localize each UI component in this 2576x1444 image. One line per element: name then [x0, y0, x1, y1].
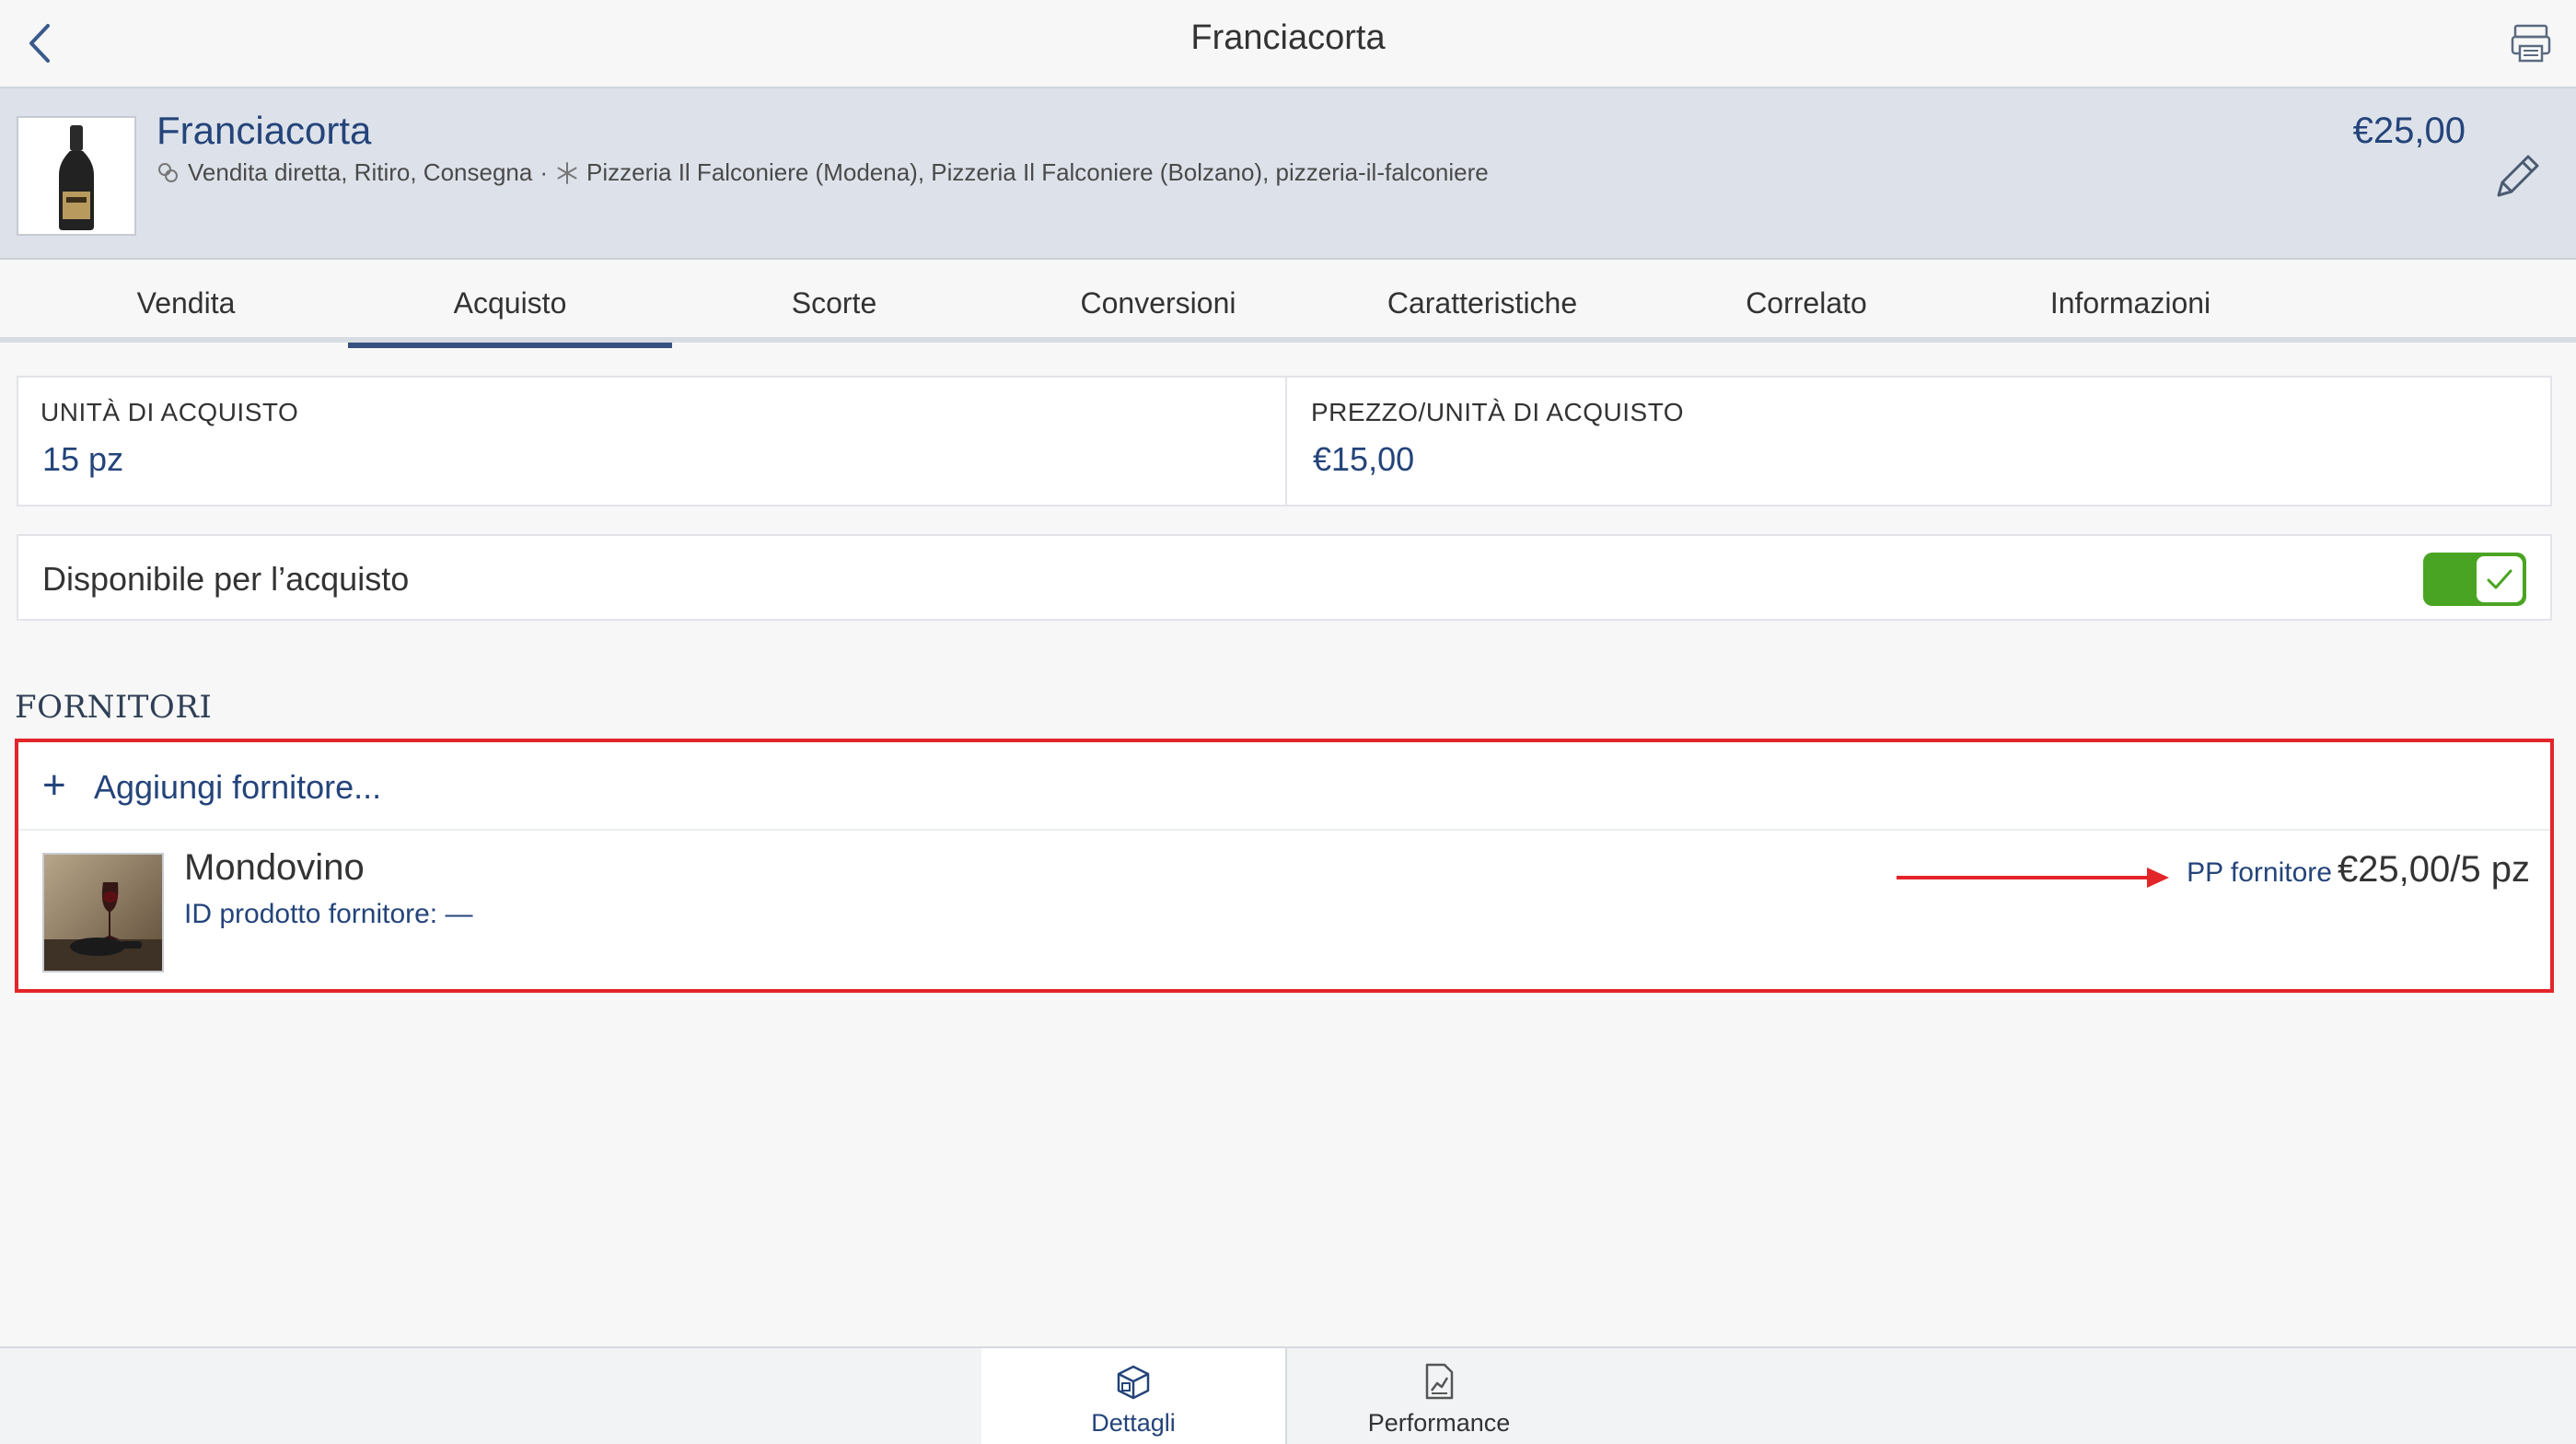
supplier-price: PP fornitore €25,00/5 pz	[2187, 849, 2530, 891]
snowflake-icon	[557, 161, 577, 184]
tab-caratteristiche[interactable]: Caratteristiche	[1320, 262, 1644, 343]
print-button[interactable]	[2510, 22, 2552, 64]
checkmark-icon	[2487, 569, 2512, 589]
bottom-tab-performance[interactable]: Performance	[1287, 1348, 1591, 1444]
supplier-price-value: €25,00/5 pz	[2337, 849, 2530, 890]
bottom-tab-dettagli-label: Dettagli	[1091, 1409, 1176, 1437]
pencil-icon	[2497, 155, 2539, 197]
edit-button[interactable]	[2489, 149, 2545, 204]
printer-icon	[2511, 24, 2551, 63]
purchase-unit-card: UNITÀ DI ACQUISTO 15 pz PREZZO/UNITÀ DI …	[17, 376, 2552, 507]
supplier-row[interactable]: Mondovino ID prodotto fornitore: — PP fo…	[18, 833, 2550, 989]
product-price: €25,00	[2352, 111, 2466, 151]
supplier-product-id: ID prodotto fornitore: —	[184, 899, 473, 929]
availability-label: Disponibile per l’acquisto	[42, 560, 410, 598]
meta-separator: ·	[540, 158, 549, 186]
bottom-tab-bar: Dettagli Performance	[0, 1346, 2576, 1444]
supplier-price-prefix: PP fornitore	[2187, 857, 2332, 888]
sales-modes: Vendita diretta, Ritiro, Consegna	[188, 158, 533, 186]
suppliers-list: + Aggiungi fornitore... Mondovino ID pro…	[15, 739, 2554, 993]
top-navigation-bar: Franciacorta	[0, 0, 2576, 87]
tab-informazioni[interactable]: Informazioni	[1968, 262, 2292, 343]
purchase-unit-value: 15 pz	[42, 440, 124, 478]
page-title: Franciacorta	[1190, 18, 1386, 57]
bottom-tab-performance-label: Performance	[1367, 1409, 1511, 1437]
tags-icon	[158, 162, 178, 182]
suppliers-section-title: FORNITORI	[15, 689, 213, 726]
toggle-knob	[2477, 556, 2523, 602]
purchase-price-value: €15,00	[1313, 440, 1415, 478]
box-icon	[1117, 1365, 1150, 1400]
bottom-tab-dettagli[interactable]: Dettagli	[981, 1348, 1285, 1444]
supplier-image	[42, 853, 164, 972]
product-header: Franciacorta Vendita diretta, Ritiro, Co…	[0, 87, 2576, 260]
product-name: Franciacorta	[157, 109, 372, 152]
tab-conversioni[interactable]: Conversioni	[996, 262, 1320, 343]
availability-row: Disponibile per l’acquisto	[17, 534, 2552, 621]
product-image	[17, 116, 136, 236]
wine-bottle-image	[18, 118, 134, 234]
purchase-unit-field[interactable]: UNITÀ DI ACQUISTO 15 pz	[18, 378, 1287, 505]
tab-correlato[interactable]: Correlato	[1644, 262, 1968, 343]
tab-scorte[interactable]: Scorte	[672, 262, 996, 343]
tab-bar: Vendita Acquisto Scorte Conversioni Cara…	[0, 262, 2576, 348]
plus-icon: +	[42, 763, 66, 808]
tab-acquisto[interactable]: Acquisto	[348, 262, 672, 348]
wine-glass-image	[44, 855, 162, 971]
annotation-arrow-icon	[1897, 868, 2169, 888]
tab-vendita[interactable]: Vendita	[24, 262, 348, 343]
chart-document-icon	[1425, 1363, 1454, 1400]
availability-toggle[interactable]	[2423, 553, 2526, 606]
supplier-name: Mondovino	[184, 847, 365, 888]
product-locations: Pizzeria Il Falconiere (Modena), Pizzeri…	[586, 158, 1489, 186]
product-meta: Vendita diretta, Ritiro, Consegna · Pizz…	[157, 158, 1489, 187]
purchase-price-label: PREZZO/UNITÀ DI ACQUISTO	[1311, 398, 1685, 426]
add-supplier-button[interactable]: + Aggiungi fornitore...	[18, 742, 2550, 831]
add-supplier-label: Aggiungi fornitore...	[94, 768, 382, 806]
purchase-price-field[interactable]: PREZZO/UNITÀ DI ACQUISTO €15,00	[1289, 378, 2552, 505]
purchase-unit-label: UNITÀ DI ACQUISTO	[41, 398, 299, 426]
